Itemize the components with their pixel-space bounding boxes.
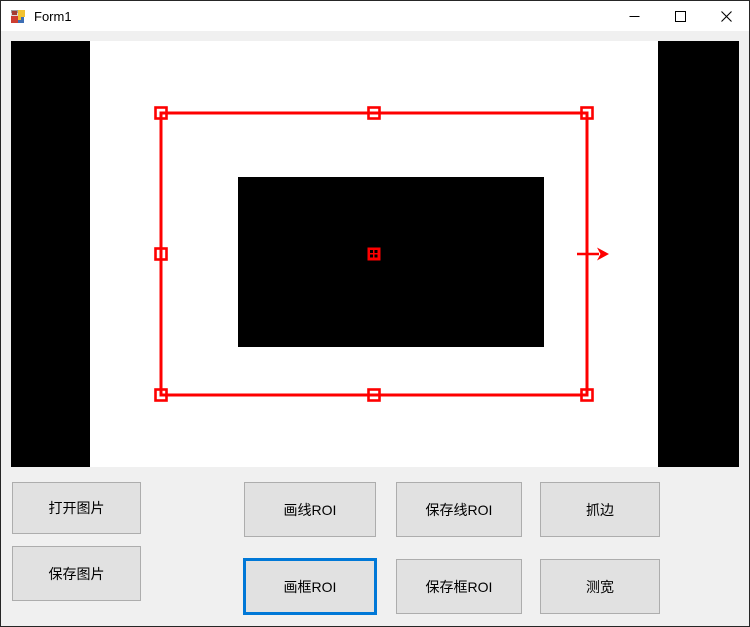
maximize-button[interactable] xyxy=(657,1,703,31)
save-image-button[interactable]: 保存图片 xyxy=(12,546,141,601)
minimize-button[interactable] xyxy=(611,1,657,31)
grab-edge-button[interactable]: 抓边 xyxy=(540,482,660,537)
left-black-bar xyxy=(11,41,90,467)
titlebar: Form1 xyxy=(1,1,749,31)
maximize-icon xyxy=(675,11,686,22)
form-icon xyxy=(10,8,26,24)
image-canvas-svg xyxy=(11,41,739,467)
close-button[interactable] xyxy=(703,1,749,31)
save-line-roi-button[interactable]: 保存线ROI xyxy=(396,482,522,537)
draw-box-roi-button[interactable]: 画框ROI xyxy=(243,558,377,615)
image-canvas[interactable] xyxy=(11,41,739,467)
form-window: Form1 xyxy=(0,0,750,627)
minimize-icon xyxy=(629,11,640,22)
right-black-bar xyxy=(658,41,739,467)
open-image-button[interactable]: 打开图片 xyxy=(12,482,141,534)
center-black-rectangle xyxy=(238,177,544,347)
roi-center-marker[interactable] xyxy=(368,248,381,261)
window-controls xyxy=(611,1,749,31)
measure-width-button[interactable]: 测宽 xyxy=(540,559,660,614)
save-box-roi-button[interactable]: 保存框ROI xyxy=(396,559,522,614)
window-title: Form1 xyxy=(34,9,611,24)
draw-line-roi-button[interactable]: 画线ROI xyxy=(244,482,376,537)
close-icon xyxy=(721,11,732,22)
